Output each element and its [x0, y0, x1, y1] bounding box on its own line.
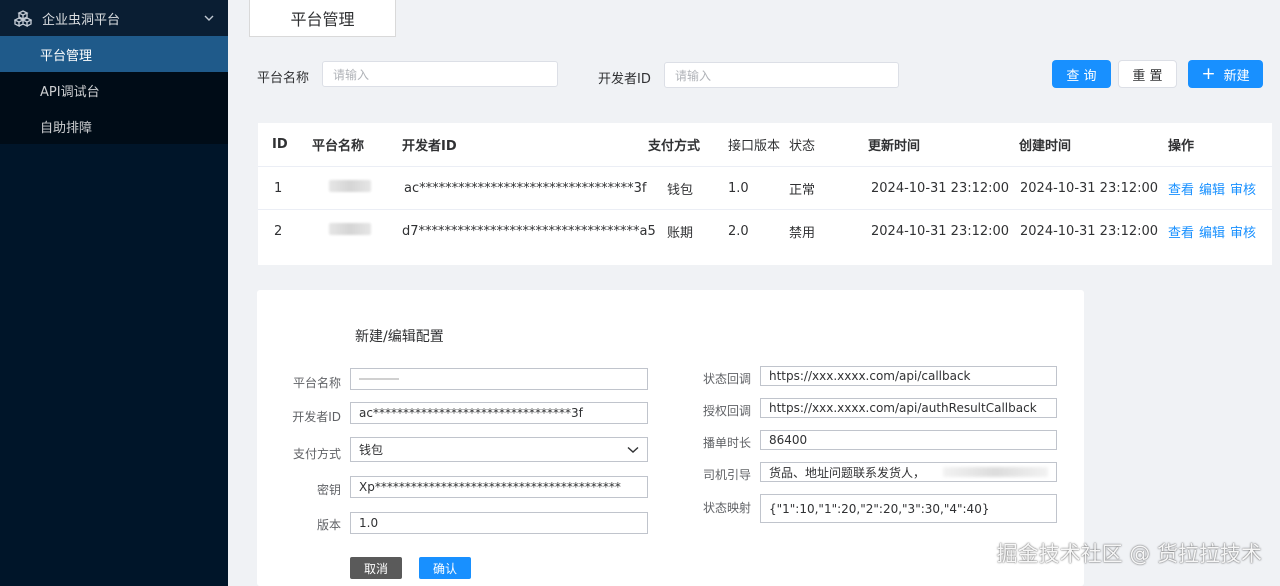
edit-link[interactable]: 编辑: [1199, 226, 1225, 241]
version-label: 版本: [316, 518, 341, 532]
cell-updated: 2024-10-31 23:12:00: [871, 223, 1010, 239]
sidebar-item-label: 自助排障: [40, 120, 93, 136]
secret-label: 密钥: [316, 483, 341, 497]
order-duration-label: 播单时长: [702, 436, 751, 450]
form-title: 新建/编辑配置: [355, 329, 444, 345]
config-form-card: 新建/编辑配置 平台名称 开发者ID ac*******************…: [257, 290, 1084, 586]
cell-created: 2024-10-31 23:12:00: [1020, 223, 1159, 239]
redacted-value: [359, 378, 399, 380]
column-header: 开发者ID: [402, 139, 457, 154]
sidebar-item-api-console[interactable]: API调试台: [0, 72, 228, 108]
cell-actions: 查看 编辑 审核: [1168, 179, 1261, 198]
status-callback-label: 状态回调: [702, 372, 751, 386]
review-link[interactable]: 审核: [1230, 226, 1256, 241]
view-link[interactable]: 查看: [1168, 226, 1194, 241]
redacted-value: [943, 467, 1048, 477]
table-row: 2 d7**********************************a5…: [258, 209, 1272, 252]
platform-name-field[interactable]: [350, 368, 648, 390]
main-content: 平台管理 平台名称 请输入 开发者ID 请输入 查 询 重 置 + 新建 ID …: [228, 0, 1280, 586]
developer-id-field[interactable]: ac*********************************3f: [350, 402, 648, 424]
payment-select-value: 钱包: [359, 443, 384, 457]
status-map-label: 状态映射: [702, 501, 751, 515]
sidebar-item-platform-management[interactable]: 平台管理: [0, 36, 228, 72]
cancel-button[interactable]: 取消: [350, 557, 402, 579]
cell-version: 1.0: [728, 180, 749, 196]
developer-id-label: 开发者ID: [292, 410, 341, 424]
column-header: 支付方式: [648, 139, 701, 154]
create-button[interactable]: + 新建: [1188, 60, 1263, 88]
driver-guide-field[interactable]: 货品、地址问题联系发货人，: [760, 462, 1057, 482]
platform-name-label: 平台名称: [292, 376, 341, 390]
payment-select[interactable]: 钱包: [350, 437, 648, 462]
auth-callback-label: 授权回调: [702, 404, 751, 418]
column-header: ID: [272, 137, 288, 152]
watermark: 掘金技术社区 @ 货拉拉技术: [996, 542, 1262, 566]
cell-status: 正常: [789, 182, 816, 198]
driver-guide-label: 司机引导: [702, 468, 751, 482]
sidebar-item-label: 平台管理: [40, 48, 93, 64]
cubes-logo-icon: [14, 10, 32, 27]
platform-table: ID 平台名称 开发者ID 支付方式 接口版本 状态 更新时间 创建时间 操作 …: [258, 123, 1272, 265]
sidebar-item-label: API调试台: [40, 84, 100, 100]
column-header: 更新时间: [868, 139, 921, 154]
cell-id: 1: [274, 180, 283, 196]
status-callback-field[interactable]: https://xxx.xxxx.com/api/callback: [760, 366, 1057, 386]
developer-id-filter-label: 开发者ID: [598, 72, 651, 87]
platform-name-filter-input[interactable]: 请输入: [322, 61, 558, 87]
column-header: 接口版本: [728, 139, 781, 154]
order-duration-field[interactable]: 86400: [760, 430, 1057, 450]
sidebar-item-self-troubleshoot[interactable]: 自助排障: [0, 108, 228, 144]
developer-id-filter-input[interactable]: 请输入: [664, 62, 899, 88]
app-title: 企业虫洞平台: [42, 12, 121, 28]
cell-updated: 2024-10-31 23:12:00: [871, 180, 1010, 196]
platform-name-filter-label: 平台名称: [257, 71, 310, 86]
column-header: 操作: [1168, 139, 1195, 154]
secret-field[interactable]: Xp**************************************…: [350, 476, 648, 498]
driver-guide-value: 货品、地址问题联系发货人，: [769, 465, 926, 480]
create-button-label: 新建: [1223, 68, 1250, 84]
sidebar-header[interactable]: 企业虫洞平台: [0, 0, 228, 36]
search-button[interactable]: 查 询: [1052, 60, 1111, 88]
cell-developer-id: d7**********************************a5: [402, 223, 656, 239]
column-header: 状态: [789, 139, 816, 154]
chevron-down-icon: [627, 446, 639, 453]
tab-platform-management[interactable]: 平台管理: [249, 0, 396, 37]
auth-callback-field[interactable]: https://xxx.xxxx.com/api/authResultCallb…: [760, 398, 1057, 418]
cell-payment: 钱包: [667, 182, 694, 198]
cell-payment: 账期: [667, 225, 694, 241]
chevron-down-icon[interactable]: [204, 13, 214, 23]
cell-developer-id: ac*********************************3f: [404, 180, 647, 196]
cell-version: 2.0: [728, 223, 749, 239]
view-link[interactable]: 查看: [1168, 183, 1194, 198]
cell-created: 2024-10-31 23:12:00: [1020, 180, 1159, 196]
table-header: ID 平台名称 开发者ID 支付方式 接口版本 状态 更新时间 创建时间 操作: [258, 123, 1272, 166]
sidebar: 企业虫洞平台 平台管理 API调试台 自助排障: [0, 0, 228, 586]
edit-link[interactable]: 编辑: [1199, 183, 1225, 198]
cell-actions: 查看 编辑 审核: [1168, 222, 1261, 241]
cell-status: 禁用: [789, 225, 816, 241]
table-row: 1 ac*********************************3f …: [258, 166, 1272, 209]
cell-platform-name-redacted: [329, 223, 371, 239]
cell-platform-name-redacted: [329, 180, 371, 196]
version-field[interactable]: 1.0: [350, 512, 648, 534]
column-header: 创建时间: [1019, 139, 1072, 154]
sidebar-submenu: API调试台 自助排障: [0, 72, 228, 144]
review-link[interactable]: 审核: [1230, 183, 1256, 198]
status-map-field[interactable]: {"1":10,"1":20,"2":20,"3":30,"4":40}: [760, 494, 1057, 523]
payment-label: 支付方式: [292, 447, 341, 461]
plus-icon: +: [1201, 63, 1216, 84]
confirm-button[interactable]: 确认: [419, 557, 471, 579]
cell-id: 2: [274, 223, 283, 239]
column-header: 平台名称: [312, 139, 365, 154]
reset-button[interactable]: 重 置: [1118, 60, 1177, 88]
